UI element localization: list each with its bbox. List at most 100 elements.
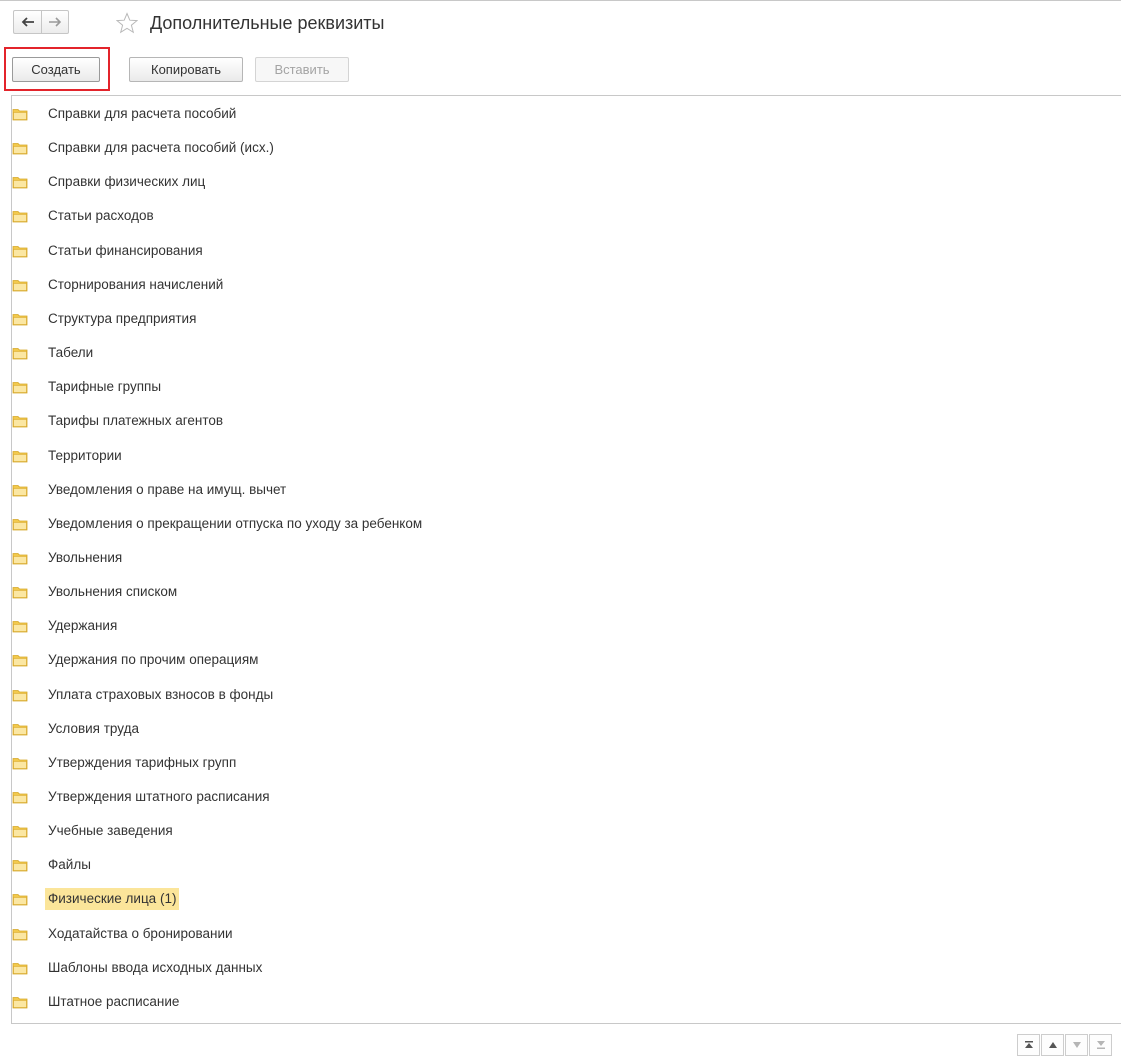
list-item[interactable]: Учебные заведения xyxy=(12,820,176,842)
folder-icon xyxy=(12,109,28,121)
list-item[interactable]: Штатное расписание xyxy=(12,991,182,1013)
list-item-label: Увольнения списком xyxy=(48,584,178,600)
list-item[interactable]: Статьи расходов xyxy=(12,205,157,227)
folder-icon xyxy=(12,450,28,462)
folder-icon xyxy=(12,689,28,701)
folder-icon xyxy=(12,860,28,872)
list-item[interactable]: Условия труда xyxy=(12,718,142,740)
list-item[interactable]: Сторнирования начислений xyxy=(12,274,226,296)
folder-icon xyxy=(12,928,28,940)
list-item-label: Статьи расходов xyxy=(48,208,154,224)
scroll-last-button[interactable] xyxy=(1089,1034,1112,1056)
list-item-label: Справки для расчета пособий (исх.) xyxy=(48,140,274,156)
star-icon[interactable] xyxy=(116,12,138,34)
list-item[interactable]: Увольнения списком xyxy=(12,581,180,603)
list-item-label: Условия труда xyxy=(48,720,139,736)
scroll-first-icon xyxy=(1024,1041,1033,1048)
list-item[interactable]: Уведомления о праве на имущ. вычет xyxy=(12,479,289,501)
list-item[interactable]: Статьи финансирования xyxy=(12,240,206,262)
folder-icon xyxy=(12,553,28,565)
folder-icon xyxy=(12,177,28,189)
paste-button[interactable]: Вставить xyxy=(255,57,349,82)
list-item[interactable]: Тарифные группы xyxy=(12,376,164,398)
list-item[interactable]: Территории xyxy=(12,445,125,467)
list-item[interactable]: Файлы xyxy=(12,854,94,876)
folder-icon xyxy=(12,279,28,292)
list-item[interactable]: Справки для расчета пособий xyxy=(12,103,239,125)
top-border xyxy=(0,0,1121,1)
list-item[interactable]: Шаблоны ввода исходных данных xyxy=(12,957,265,979)
list-item-label: Утверждения штатного расписания xyxy=(48,789,270,804)
scroll-first-button[interactable] xyxy=(1017,1034,1040,1056)
copy-button[interactable]: Копировать xyxy=(129,57,243,82)
folder-icon xyxy=(12,484,28,497)
scroll-up-button[interactable] xyxy=(1041,1034,1064,1056)
folder-icon xyxy=(12,416,28,428)
scroll-last-icon xyxy=(1096,1041,1105,1049)
folder-icon xyxy=(12,518,28,531)
folder-icon xyxy=(12,655,28,667)
folder-icon xyxy=(12,996,28,1009)
folder-icon xyxy=(12,894,28,906)
list-item[interactable]: Справки для расчета пособий (исх.) xyxy=(12,137,277,159)
list-item[interactable]: Удержания xyxy=(12,615,120,637)
list-item-label: Ходатайства о бронировании xyxy=(48,925,233,941)
list-item[interactable]: Утверждения штатного расписания xyxy=(12,786,273,808)
folder-icon xyxy=(12,211,28,223)
folder-icon xyxy=(12,245,28,257)
folder-list[interactable]: Справки для расчета пособий Справки для р… xyxy=(11,95,1121,1024)
list-item-label: Статьи финансирования xyxy=(48,242,203,258)
arrow-right-icon xyxy=(49,17,62,27)
list-item-label: Шаблоны ввода исходных данных xyxy=(48,959,263,975)
list-item[interactable]: Уведомления о прекращении отпуска по ухо… xyxy=(12,513,425,535)
list-item-label: Территории xyxy=(48,447,122,463)
list-item-label: Увольнения xyxy=(48,549,123,565)
list-item-label: Файлы xyxy=(48,857,91,873)
folder-icon xyxy=(12,587,28,599)
list-item-label: Справки физических лиц xyxy=(48,174,206,190)
list-item-label: Уведомления о прекращении отпуска по ухо… xyxy=(48,515,423,531)
list-item-label: Справки для расчета пособий xyxy=(48,106,237,121)
scroll-down-icon xyxy=(1072,1042,1081,1048)
list-item-label: Физические лица (1) xyxy=(45,888,180,911)
forward-button[interactable] xyxy=(41,10,69,34)
list-item-label: Штатное расписание xyxy=(48,993,180,1009)
folder-icon xyxy=(12,962,28,975)
folder-icon xyxy=(12,621,28,633)
list-item-label: Тарифы платежных агентов xyxy=(48,413,224,429)
folder-icon xyxy=(12,313,28,326)
folder-icon xyxy=(12,757,28,770)
list-item-label: Уплата страховых взносов в фонды xyxy=(48,686,274,702)
list-item[interactable]: Ходатайства о бронировании xyxy=(12,923,236,945)
arrow-left-icon xyxy=(21,17,34,27)
list-item[interactable]: Физические лица (1) xyxy=(12,888,180,911)
folder-icon xyxy=(12,348,28,360)
scroll-down-button[interactable] xyxy=(1065,1034,1088,1056)
list-item[interactable]: Тарифы платежных агентов xyxy=(12,410,226,432)
back-button[interactable] xyxy=(13,10,41,34)
create-button[interactable]: Создать xyxy=(12,57,100,82)
page-title: Дополнительные реквизиты xyxy=(150,13,385,33)
list-item[interactable]: Удержания по прочим операциям xyxy=(12,649,261,671)
list-item-label: Табели xyxy=(48,345,94,361)
list-item[interactable]: Увольнения xyxy=(12,547,125,569)
list-item-label: Утверждения тарифных групп xyxy=(48,754,237,770)
list-item-label: Удержания xyxy=(48,618,118,634)
folder-icon xyxy=(12,723,28,736)
folder-icon xyxy=(12,826,28,838)
list-item[interactable]: Справки физических лиц xyxy=(12,171,208,193)
list-item-label: Тарифные группы xyxy=(48,379,162,395)
folder-icon xyxy=(12,382,28,394)
list-item-label: Уведомления о праве на имущ. вычет xyxy=(48,481,287,497)
folder-icon xyxy=(12,143,28,155)
list-item-label: Учебные заведения xyxy=(48,823,173,839)
folder-icon xyxy=(12,792,28,804)
list-item-label: Структура предприятия xyxy=(48,310,197,326)
list-item-label: Сторнирования начислений xyxy=(48,276,224,292)
list-item-label: Удержания по прочим операциям xyxy=(48,652,259,668)
list-item[interactable]: Утверждения тарифных групп xyxy=(12,752,239,774)
list-item[interactable]: Уплата страховых взносов в фонды xyxy=(12,684,276,706)
list-item[interactable]: Табели xyxy=(12,342,96,364)
scroll-up-icon xyxy=(1048,1042,1057,1048)
list-item[interactable]: Структура предприятия xyxy=(12,308,199,330)
